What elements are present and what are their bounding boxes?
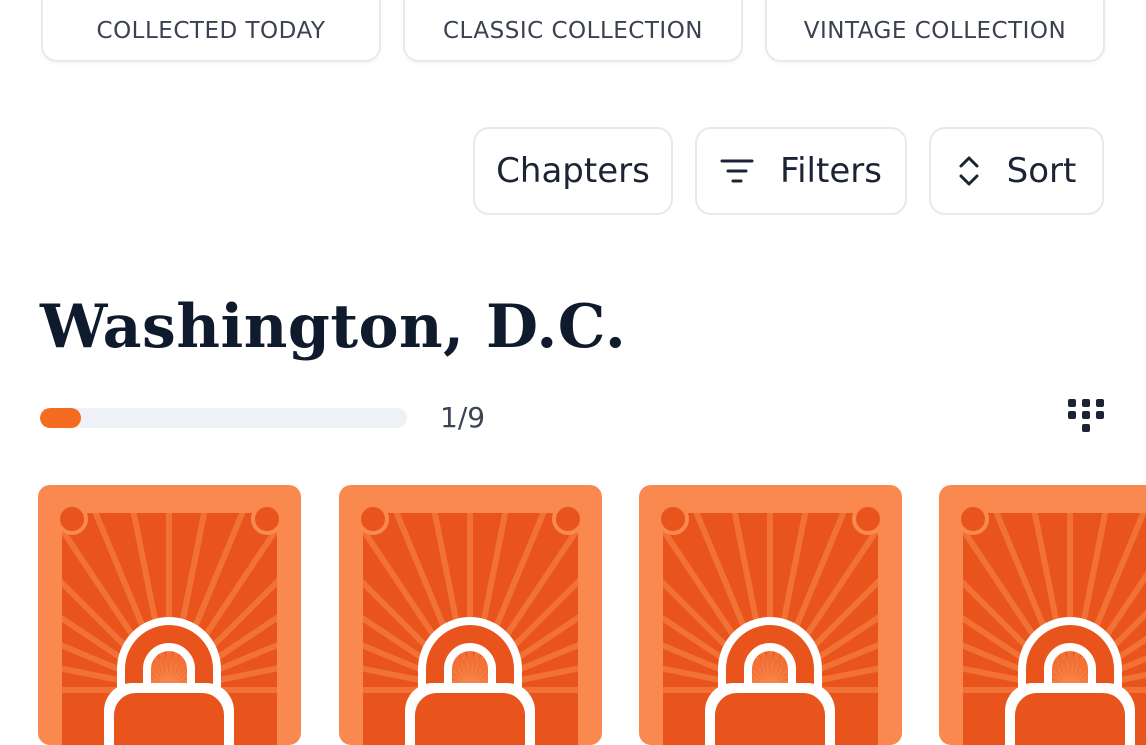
- sort-icon: [957, 154, 981, 188]
- locked-card[interactable]: [939, 485, 1146, 745]
- filters-button[interactable]: Filters: [695, 127, 907, 215]
- tab-collected-today[interactable]: COLLECTED TODAY: [41, 0, 381, 62]
- tab-classic-collection[interactable]: CLASSIC COLLECTION: [403, 0, 743, 62]
- grid-view-icon[interactable]: [1066, 397, 1106, 441]
- progress-count: 1/9: [440, 401, 486, 434]
- progress-fill: [40, 408, 81, 428]
- filter-icon: [720, 156, 754, 186]
- section-title: Washington, D.C.: [40, 292, 627, 362]
- progress-bar: [40, 408, 407, 428]
- locked-card[interactable]: [639, 485, 902, 745]
- tab-label: COLLECTED TODAY: [96, 18, 326, 44]
- filters-label: Filters: [780, 151, 882, 191]
- lock-icon: [1005, 617, 1135, 745]
- sort-label: Sort: [1006, 151, 1077, 191]
- locked-card[interactable]: [339, 485, 602, 745]
- tab-label: CLASSIC COLLECTION: [442, 18, 703, 44]
- chapters-label: Chapters: [496, 151, 650, 191]
- lock-icon: [705, 617, 835, 745]
- tab-vintage-collection[interactable]: VINTAGE COLLECTION: [765, 0, 1105, 62]
- lock-icon: [104, 617, 234, 745]
- tab-label: VINTAGE COLLECTION: [803, 18, 1067, 44]
- chapters-button[interactable]: Chapters: [473, 127, 673, 215]
- locked-card[interactable]: [38, 485, 301, 745]
- sort-button[interactable]: Sort: [929, 127, 1104, 215]
- lock-icon: [405, 617, 535, 745]
